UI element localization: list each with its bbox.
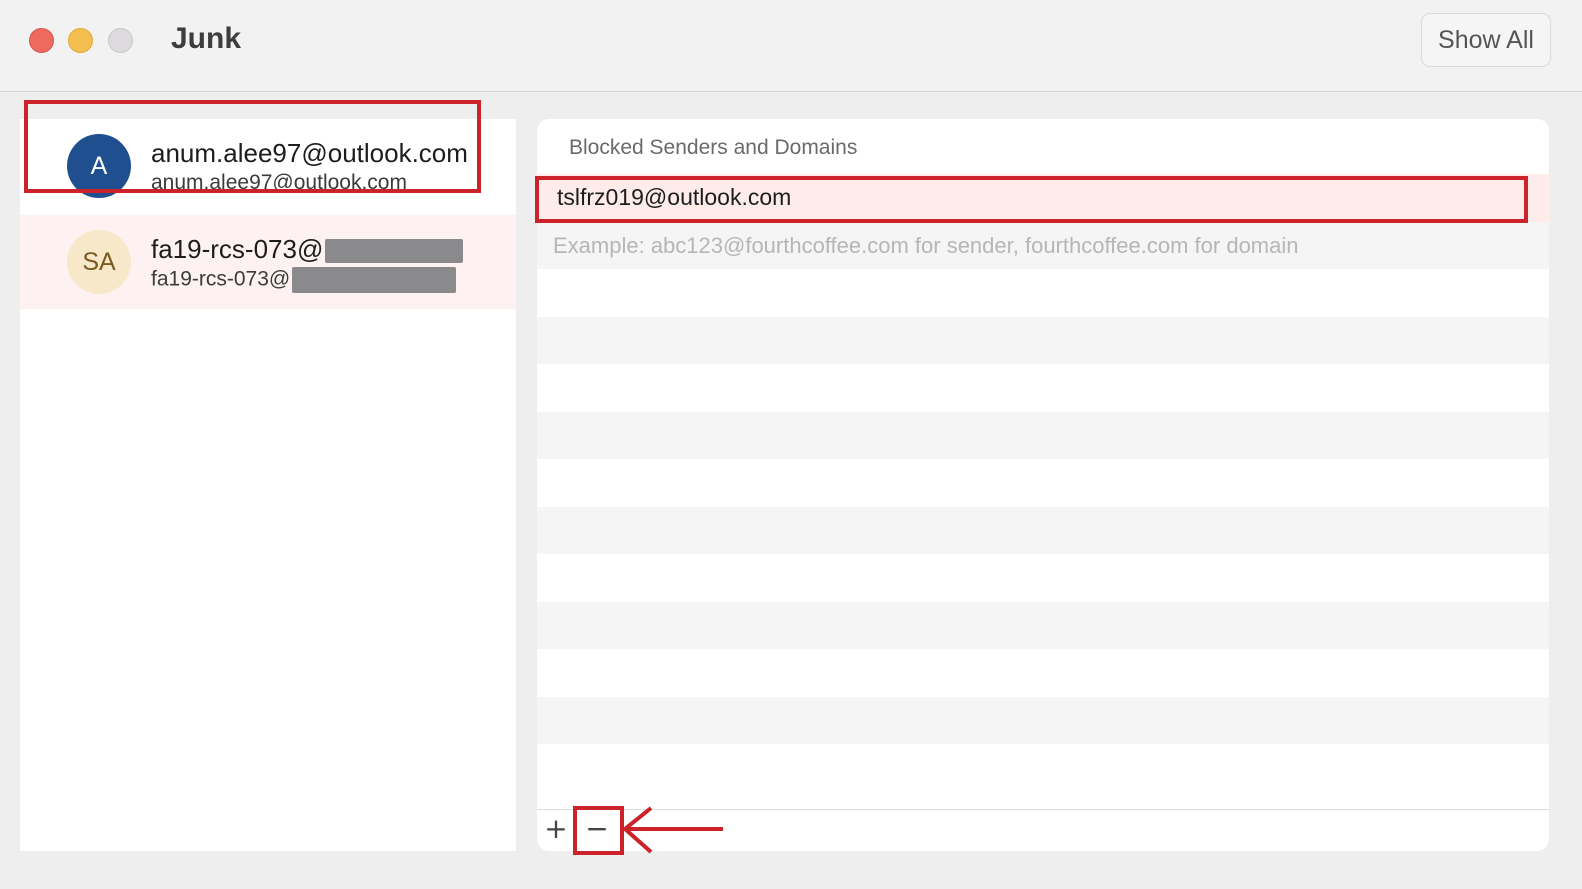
account-email-text: fa19-rcs-073@ (151, 267, 291, 291)
account-email: anum.alee97@outlook.com (151, 171, 407, 194)
window-title: Junk (171, 22, 242, 55)
account-name: fa19-rcs-073@ (151, 234, 464, 265)
minimize-window-button[interactable] (68, 28, 93, 53)
blocked-entry-text: tslfrz019@outlook.com (557, 184, 792, 210)
account-email: fa19-rcs-073@ (151, 267, 457, 293)
blocked-senders-header: Blocked Senders and Domains (569, 136, 858, 159)
close-window-button[interactable] (29, 28, 54, 53)
empty-row (537, 649, 1549, 697)
remove-blocked-sender-button[interactable]: − (582, 813, 612, 845)
title-bar: Junk Show All (0, 0, 1582, 92)
new-entry-row[interactable] (537, 221, 1549, 269)
new-blocked-sender-input[interactable] (553, 227, 1513, 264)
account-name: anum.alee97@outlook.com (151, 138, 468, 168)
empty-row (537, 364, 1549, 412)
blocked-senders-panel: Blocked Senders and Domains tslfrz019@ou… (537, 119, 1549, 851)
empty-row (537, 459, 1549, 507)
empty-row (537, 601, 1549, 649)
zoom-window-button[interactable] (108, 28, 133, 53)
account-item-selected[interactable]: SA fa19-rcs-073@ fa19-rcs-073@ (20, 215, 516, 309)
account-item[interactable]: A anum.alee97@outlook.com anum.alee97@ou… (20, 119, 516, 213)
avatar: SA (67, 230, 131, 294)
empty-row (537, 269, 1549, 317)
blocked-senders-list: tslfrz019@outlook.com (537, 174, 1549, 792)
empty-row (537, 316, 1549, 364)
accounts-list: A anum.alee97@outlook.com anum.alee97@ou… (20, 119, 516, 851)
blocked-entry-row[interactable]: tslfrz019@outlook.com (537, 174, 1549, 222)
add-blocked-sender-button[interactable]: + (541, 813, 571, 845)
redaction-block (325, 239, 464, 264)
footer-divider (537, 809, 1549, 810)
avatar: A (67, 134, 131, 198)
empty-row (537, 506, 1549, 554)
account-name-text: fa19-rcs-073@ (151, 234, 324, 264)
empty-row (537, 554, 1549, 602)
empty-row (537, 411, 1549, 459)
show-all-button[interactable]: Show All (1421, 13, 1551, 67)
redaction-block (292, 267, 457, 293)
empty-row (537, 744, 1549, 792)
empty-row (537, 696, 1549, 744)
